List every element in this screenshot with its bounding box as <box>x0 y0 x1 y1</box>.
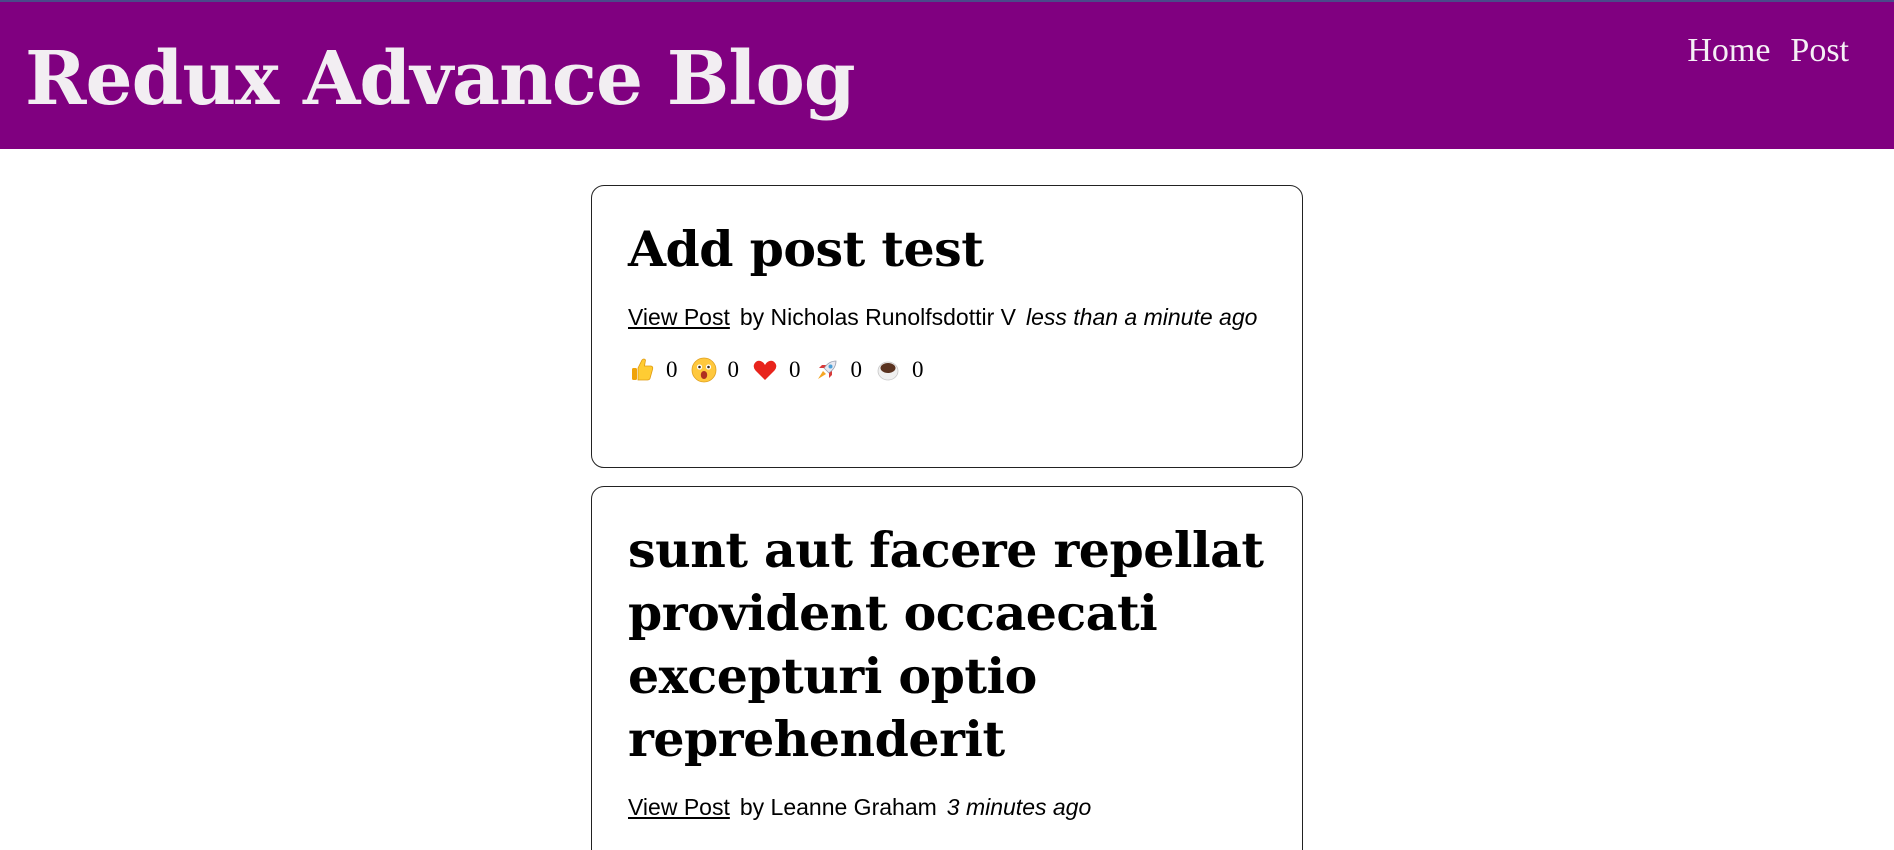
reaction-count: 0 <box>912 357 924 382</box>
site-header: Redux Advance Blog Home Post <box>0 2 1894 149</box>
view-post-link[interactable]: View Post <box>628 794 730 820</box>
reaction-count: 0 <box>789 357 801 382</box>
reaction-count: 0 <box>666 357 678 382</box>
post-meta: View Post by Leanne Graham 3 minutes ago <box>628 791 1266 824</box>
reaction-rocket-button[interactable]: 0 <box>813 356 863 384</box>
view-post-link[interactable]: View Post <box>628 304 730 330</box>
nav-post-link[interactable]: Post <box>1790 30 1849 72</box>
site-title: Redux Advance Blog <box>25 36 856 122</box>
thumbs-up-icon <box>628 356 656 384</box>
reaction-thumbs-up-button[interactable]: 0 <box>628 356 678 384</box>
rocket-icon <box>813 356 841 384</box>
post-card: Add post test View Post by Nicholas Runol… <box>591 185 1303 468</box>
nav-home-link[interactable]: Home <box>1687 30 1770 72</box>
reaction-wow-button[interactable]: 0 <box>690 356 740 384</box>
post-author: by Nicholas Runolfsdottir V <box>739 304 1016 330</box>
coffee-icon <box>874 356 902 384</box>
post-card: sunt aut facere repellat provident occae… <box>591 486 1303 850</box>
reaction-heart-button[interactable]: 0 <box>751 356 801 384</box>
post-title: Add post test <box>628 220 984 278</box>
main-nav: Home Post <box>1687 30 1849 72</box>
post-title: sunt aut facere repellat provident occae… <box>628 521 1264 768</box>
post-timestamp: less than a minute ago <box>1025 304 1258 330</box>
reaction-coffee-button[interactable]: 0 <box>874 356 924 384</box>
reaction-count: 0 <box>850 357 863 382</box>
reaction-count: 0 <box>727 357 740 382</box>
heart-icon <box>751 356 779 384</box>
post-timestamp: 3 minutes ago <box>946 794 1092 820</box>
post-author: by Leanne Graham <box>739 794 937 820</box>
post-meta: View Post by Nicholas Runolfsdottir V less… <box>628 301 1266 334</box>
wow-face-icon <box>690 356 718 384</box>
reaction-buttons: 0 0 0 0 0 <box>628 356 1266 384</box>
